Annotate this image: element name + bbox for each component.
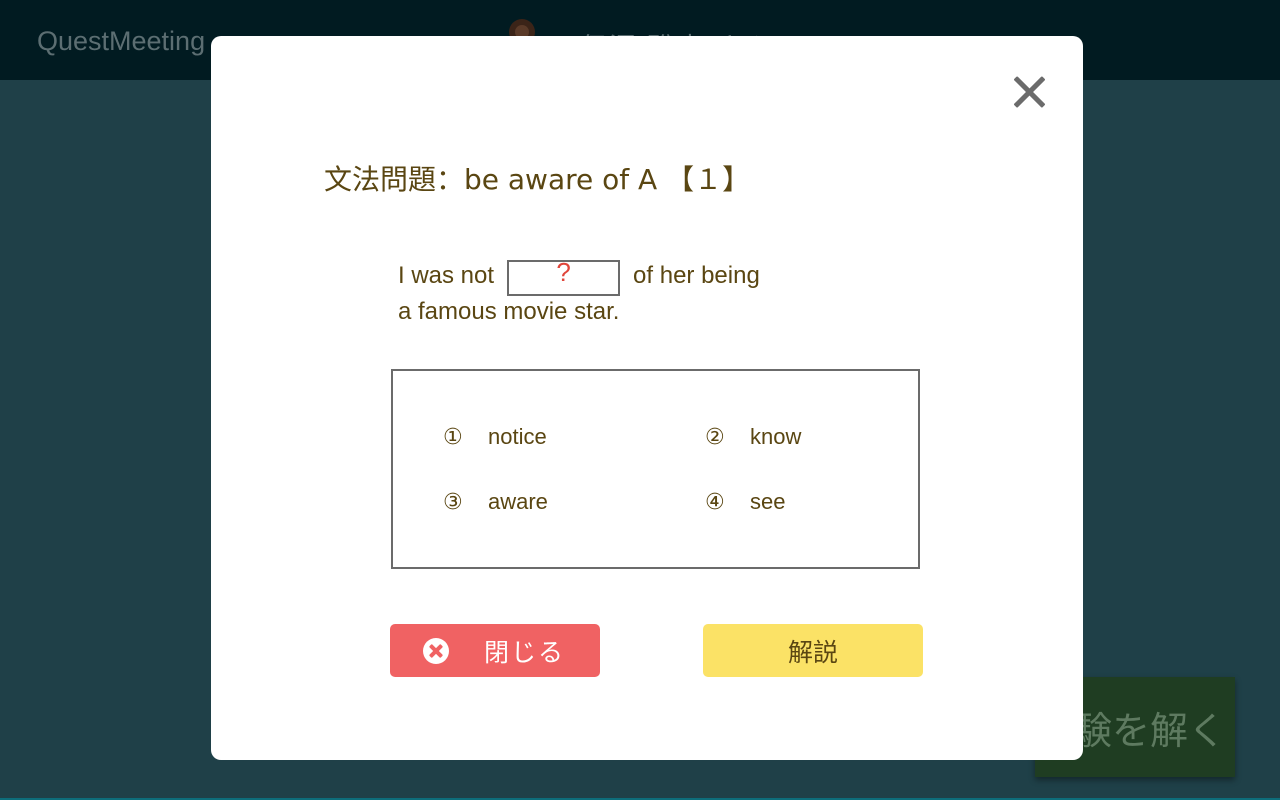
close-icon[interactable] [1011, 74, 1047, 110]
question-title: 文法問題：be aware of A 【１】 [324, 163, 751, 196]
choice-text: aware [488, 489, 548, 514]
app-name[interactable]: QuestMeeting [37, 26, 205, 57]
solve-exam-label: 験を解く [1073, 710, 1226, 753]
choice-1[interactable]: ① notice [443, 424, 547, 450]
question-sentence: I was not ? of her being [398, 257, 760, 296]
choice-3[interactable]: ③ aware [443, 489, 548, 515]
close-button-label: 閉じる [484, 638, 566, 667]
choice-text: know [750, 424, 802, 449]
choices-box: ① notice ② know ③ aware ④ see [391, 369, 920, 569]
choice-2[interactable]: ② know [705, 424, 801, 450]
sentence-after: of her being [633, 262, 760, 289]
close-button[interactable]: 閉じる [390, 624, 600, 677]
answer-blank: ? [507, 257, 621, 296]
choice-4[interactable]: ④ see [705, 489, 785, 515]
choice-number: ③ [443, 489, 463, 515]
blank-question-mark: ? [556, 257, 571, 287]
sentence-line-2: a famous movie star. [398, 298, 620, 325]
question-dialog: 文法問題：be aware of A 【１】 I was not ? of he… [211, 36, 1083, 760]
explanation-button-label: 解説 [787, 638, 838, 667]
close-circle-icon [423, 637, 449, 664]
sentence-before: I was not [398, 262, 495, 289]
choice-number: ④ [705, 489, 725, 515]
choice-text: see [750, 489, 786, 514]
explanation-button[interactable]: 解説 [703, 624, 923, 677]
choice-number: ② [705, 424, 725, 450]
choice-number: ① [443, 424, 463, 450]
choice-text: notice [488, 424, 547, 449]
